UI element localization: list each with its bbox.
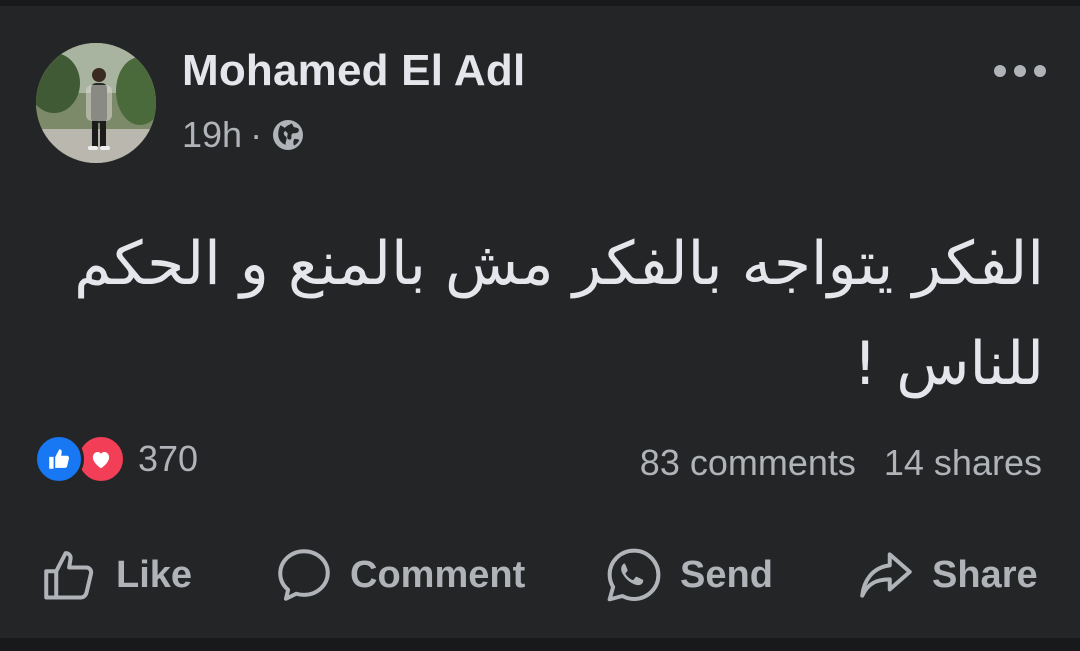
author-name[interactable]: Mohamed El Adl <box>182 46 525 96</box>
comments-count[interactable]: 83 comments <box>640 442 856 484</box>
post-text: الفكر يتواجه بالفكر مش بالمنع و الحكم لل… <box>74 229 1044 399</box>
like-button[interactable]: Like <box>40 540 192 610</box>
action-bar: Like Comment Send Share <box>0 540 1080 610</box>
send-button[interactable]: Send <box>604 540 773 610</box>
more-dot <box>1034 65 1046 77</box>
reactions-summary[interactable]: 370 <box>34 434 198 484</box>
meta-separator: · <box>250 114 263 155</box>
share-arrow-icon <box>860 552 912 598</box>
more-dot <box>1014 65 1026 77</box>
comment-label: Comment <box>350 553 526 596</box>
comment-button[interactable]: Comment <box>274 540 525 610</box>
globe-icon[interactable] <box>270 117 306 153</box>
post-meta: 19h · <box>182 114 306 156</box>
more-dot <box>994 65 1006 77</box>
more-options-button[interactable] <box>988 56 1052 86</box>
post-time[interactable]: 19h <box>182 114 242 156</box>
thumbs-up-icon <box>44 551 94 600</box>
send-label: Send <box>680 553 773 596</box>
avatar[interactable] <box>36 43 156 163</box>
post-stats: 83 comments 14 shares <box>640 442 1042 484</box>
share-label: Share <box>932 553 1038 596</box>
reaction-count: 370 <box>138 438 199 479</box>
like-label: Like <box>116 553 193 596</box>
avatar-photo <box>36 43 156 163</box>
comment-bubble-icon <box>278 549 330 601</box>
post-card: Mohamed El Adl 19h · الفكر يتواجه بالفكر… <box>0 6 1080 638</box>
shares-count[interactable]: 14 shares <box>884 442 1042 484</box>
whatsapp-icon <box>607 548 661 602</box>
share-button[interactable]: Share <box>856 540 1038 610</box>
like-reaction-icon <box>34 434 84 484</box>
